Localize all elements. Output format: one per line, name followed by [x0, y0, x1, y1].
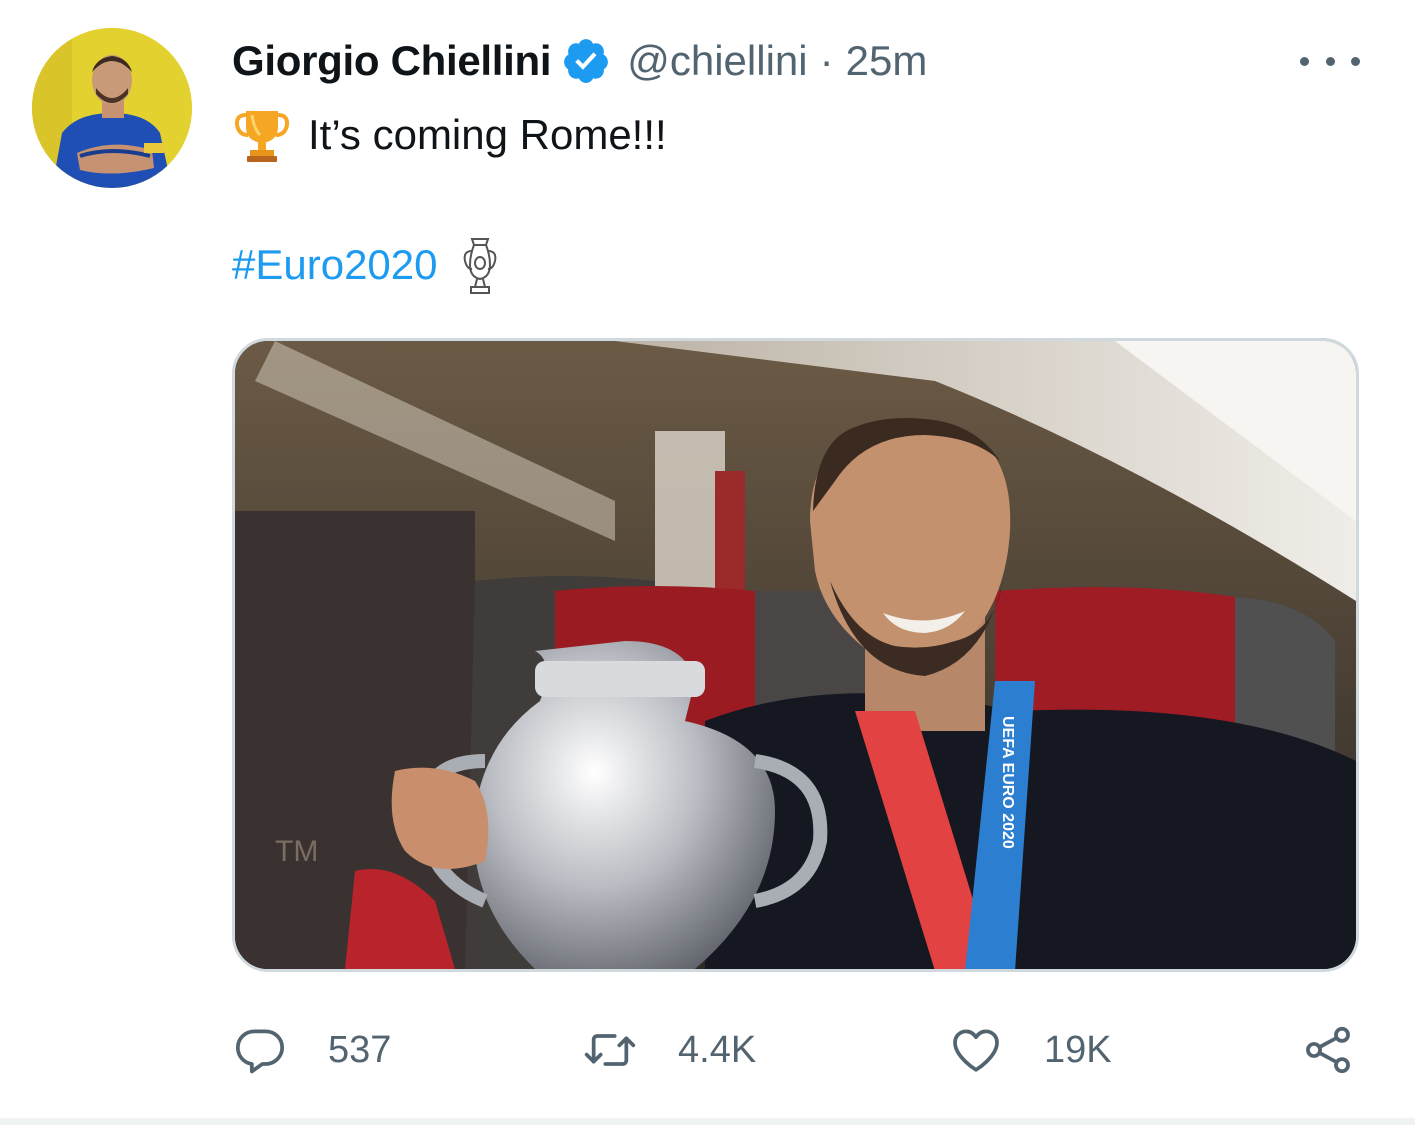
more-horizontal-icon: [1325, 56, 1335, 66]
hashtag-line: #Euro2020: [232, 232, 500, 298]
share-icon: [1306, 1026, 1350, 1074]
retweet-count: 4.4K: [678, 1028, 757, 1071]
verified-badge-icon: [564, 39, 609, 83]
retweet-icon: [584, 1034, 636, 1066]
tweet-text: It’s coming Rome!!!: [308, 111, 667, 158]
reply-button[interactable]: 537: [232, 1015, 391, 1085]
tweet-timestamp[interactable]: 25m: [846, 37, 928, 85]
reply-count: 537: [328, 1028, 392, 1071]
share-button[interactable]: [1300, 1015, 1356, 1085]
avatar-photo: [32, 28, 192, 188]
tweet-text-line: It’s coming Rome!!!: [232, 105, 667, 165]
tweet-media-photo[interactable]: UEFA EURO 2020 TM: [232, 338, 1359, 972]
photo-chiellini-with-trophy: UEFA EURO 2020 TM: [235, 341, 1356, 969]
tweet-actions: 537 4.4K 19K: [232, 1015, 1372, 1085]
reply-icon: [235, 1029, 285, 1074]
heart-icon: [953, 1029, 999, 1072]
euro-cup-emoji-icon: [463, 238, 496, 294]
separator-dot: ·: [819, 37, 834, 84]
like-button[interactable]: 19K: [948, 1015, 1112, 1085]
author-name[interactable]: Giorgio Chiellini: [232, 37, 552, 85]
tweet-divider: [0, 1118, 1415, 1125]
more-horizontal-icon: [1300, 56, 1309, 66]
like-count: 19K: [1044, 1028, 1112, 1071]
more-horizontal-icon: [1351, 56, 1360, 66]
more-options-button[interactable]: [1300, 46, 1360, 76]
tweet[interactable]: Giorgio Chiellini @chiellini · 25m It’s …: [0, 0, 1415, 1118]
trademark-text: TM: [275, 835, 318, 868]
author-handle[interactable]: @chiellini: [627, 37, 807, 85]
avatar[interactable]: [32, 28, 192, 188]
hashtag-link[interactable]: #Euro2020: [232, 241, 438, 289]
retweet-button[interactable]: 4.4K: [582, 1015, 756, 1085]
trophy-emoji-icon: [234, 111, 290, 162]
lanyard-text: UEFA EURO 2020: [999, 716, 1016, 849]
tweet-header: Giorgio Chiellini @chiellini · 25m: [232, 34, 927, 88]
